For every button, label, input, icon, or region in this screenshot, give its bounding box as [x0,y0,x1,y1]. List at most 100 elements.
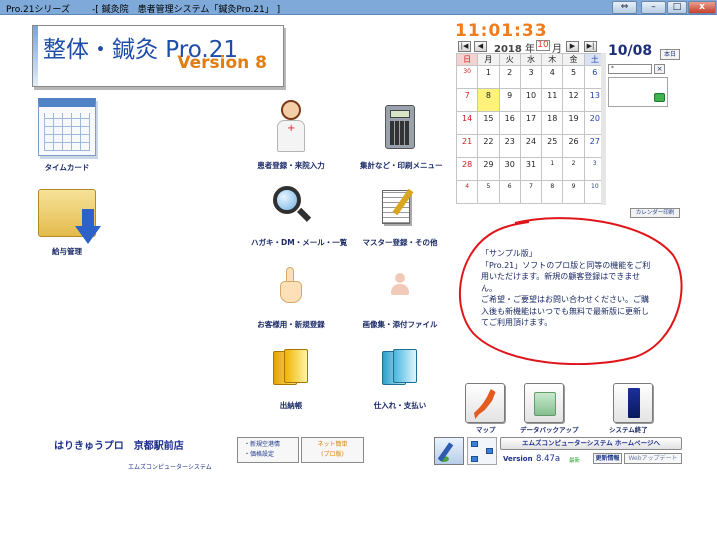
calendar-day[interactable]: 1 [477,65,500,89]
master-registration-menu[interactable]: マスター登録・その他 [360,186,440,248]
calendar-scrollbar[interactable] [601,53,606,205]
book-icon [380,347,420,387]
calendar-day[interactable]: 16 [498,111,521,135]
weekday-header: 木 [541,53,564,66]
map-button[interactable] [465,383,505,423]
calendar-day[interactable]: 1 [541,157,564,181]
timecard-menu[interactable]: タイムカード [27,98,107,173]
app-tab[interactable]: Pro.21シリーズ [6,2,70,15]
calendar-day[interactable]: 30 [455,65,479,89]
pointing-hand-icon [276,267,306,305]
calendar-day[interactable]: 26 [562,134,585,158]
purchase-payment-menu[interactable]: 仕入れ・支払い [360,347,440,411]
calendar-day[interactable]: 6 [498,180,521,204]
calendar-day[interactable]: 28 [455,157,479,181]
calendar-day[interactable]: 23 [498,134,521,158]
calendar-day[interactable]: 2 [498,65,521,89]
sample-note-line: 「Pro.21」ソフトのプロ版と同等の機能をご利用いただけます。新規の顧客登録は… [481,260,651,293]
weekday-header: 日 [455,53,479,66]
calendar-day[interactable]: 4 [455,180,479,204]
window-title: -[ 鍼灸院 患者管理システム「鍼灸Pro.21」 ] [92,5,281,15]
calendar-day[interactable]: 21 [455,134,479,158]
calendar-day[interactable]: 19 [562,111,585,135]
close-button[interactable]: x [688,1,716,14]
weekday-header: 水 [519,53,543,66]
calendar-day[interactable]: 18 [541,111,564,135]
calendar-grid: 日月火水木金土 30 1 2 3 4 5 6 7 8 9 10 11 12 13 14 15 16 17 18 19 2… [455,53,607,204]
calendar-day[interactable]: 25 [541,134,564,158]
backup-button[interactable] [524,383,564,423]
master-registration-label: マスター登録・その他 [362,238,438,247]
homepage-button[interactable]: エムズコンピューターシステム ホームページへ [500,437,682,450]
patient-registration-menu[interactable]: + 患者登録・来院入力 [251,98,331,171]
magnifier-icon [271,186,312,226]
calendar-day[interactable]: 14 [455,111,479,135]
ledger-menu[interactable]: 出納帳 [251,347,331,411]
net-booking-button[interactable]: ネット簡単 (プロ版) [301,437,364,463]
settings-button[interactable]: ・新規空港情 ・価格設定 [237,437,299,463]
calendar-day[interactable]: 3 [519,65,543,89]
calendar-week-row: 14 15 16 17 18 19 20 [455,111,607,135]
japan-map-icon [474,389,496,419]
weekday-header: 火 [498,53,521,66]
payroll-menu[interactable]: 給与管理 [27,183,107,257]
title-bar: Pro.21シリーズ -[ 鍼灸院 患者管理システム「鍼灸Pro.21」 ] ⇔… [0,0,717,15]
calendar-day[interactable]: 12 [562,88,585,112]
customer-booking-menu[interactable]: お客様用・新規登録 [251,267,331,330]
aggregation-print-menu[interactable]: 集計など・印刷メニュー [360,105,443,171]
net-booking-line: ネット簡単 [317,441,348,448]
calendar-day[interactable]: 11 [541,88,564,112]
version-value: 8.47a [536,454,561,464]
memo-ok-icon[interactable] [654,93,665,102]
calendar-day[interactable]: 15 [477,111,500,135]
last-month-button[interactable]: ▶| [584,41,597,52]
next-month-button[interactable]: ▶ [566,41,579,52]
calendar-week-row: 28 29 30 31 1 2 3 [455,157,607,181]
memo-clear-button[interactable]: × [654,64,665,74]
folder-download-icon [38,189,101,244]
calendar-day[interactable]: 9 [562,180,585,204]
minimize-button[interactable]: – [641,1,666,14]
paint-icon[interactable] [434,437,464,465]
calendar-day[interactable]: 8 [541,180,564,204]
clock: 11:01:33 [455,21,548,41]
sample-note: 「サンプル版」 「Pro.21」ソフトのプロ版と同等の機能をご利用いただけます。… [481,248,653,329]
network-icon[interactable] [467,437,497,465]
restore-button[interactable]: ⇔ [612,1,637,14]
calendar-day[interactable]: 7 [455,88,479,112]
update-info-button[interactable]: 更新情報 [593,453,622,464]
calendar-day[interactable]: 9 [498,88,521,112]
calendar-day[interactable]: 31 [519,157,543,181]
calendar-weekday-row: 日月火水木金土 [455,53,607,66]
ledger-label: 出納帳 [279,401,303,410]
prev-month-button[interactable]: ◀ [474,41,487,52]
calendar-day[interactable]: 17 [519,111,543,135]
person-icon [388,273,412,297]
calendar-day[interactable]: 5 [477,180,500,204]
weekday-header: 月 [477,53,500,66]
calendar-day[interactable]: 4 [541,65,564,89]
web-update-button[interactable]: Webアップデート [624,453,682,464]
image-attachment-menu[interactable]: 画像集・添付ファイル [360,273,440,330]
calendar-day[interactable]: 30 [498,157,521,181]
today-button[interactable]: 本日 [660,49,680,60]
memo-input[interactable]: * [608,64,652,74]
calendar-day[interactable]: 22 [477,134,500,158]
exit-button[interactable] [613,383,653,423]
image-attachment-label: 画像集・添付ファイル [362,320,438,329]
version-tag: 最新 [569,458,581,464]
calendar-day[interactable]: 10 [519,88,543,112]
first-month-button[interactable]: |◀ [458,41,471,52]
calendar-day[interactable]: 29 [477,157,500,181]
calendar-day[interactable]: 24 [519,134,543,158]
company-name: エムズコンピューターシステム [128,464,212,471]
maximize-button[interactable]: □ [667,1,687,14]
memo-area[interactable] [608,77,668,107]
calendar-day[interactable]: 8 [477,88,500,112]
postcard-dm-mail-menu[interactable]: ハガキ・DM・メール・一覧 [251,186,347,248]
calendar-day[interactable]: 7 [519,180,543,204]
calendar-day[interactable]: 2 [562,157,585,181]
calendar-day[interactable]: 5 [562,65,585,89]
calendar-month-field[interactable]: 10 [536,40,550,51]
folder-icon [534,392,556,416]
